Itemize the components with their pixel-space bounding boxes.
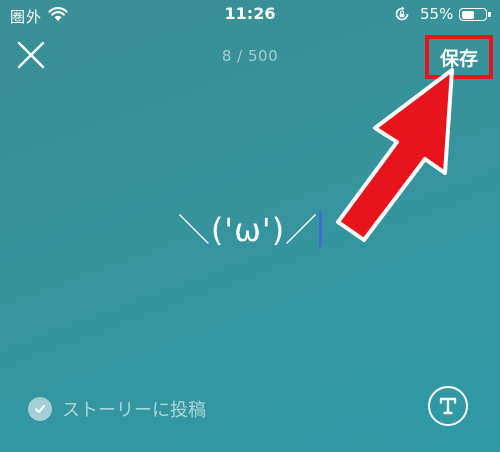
text-style-button[interactable] bbox=[428, 386, 468, 426]
post-to-story-toggle[interactable]: ストーリーに投稿 bbox=[28, 396, 206, 422]
battery-level bbox=[461, 10, 474, 19]
battery-icon bbox=[459, 8, 487, 21]
text-caret bbox=[319, 211, 323, 247]
post-to-story-label: ストーリーに投稿 bbox=[62, 400, 206, 421]
story-editor-screen: 圏外 11:26 55% 8 / 500 保存 ＼('ω')／ ストーリーに投稿 bbox=[0, 0, 500, 452]
check-icon bbox=[28, 397, 52, 421]
battery-percent: 55% bbox=[420, 5, 454, 23]
text-style-icon bbox=[439, 397, 457, 415]
save-button[interactable]: 保存 bbox=[425, 35, 493, 79]
battery-nub bbox=[488, 12, 491, 17]
status-bar: 圏外 11:26 55% bbox=[0, 0, 500, 32]
text-editor[interactable]: ＼('ω')／ bbox=[0, 205, 500, 251]
rotation-lock-icon bbox=[395, 6, 409, 21]
kaomoji-text: ＼('ω')／ bbox=[177, 211, 319, 249]
